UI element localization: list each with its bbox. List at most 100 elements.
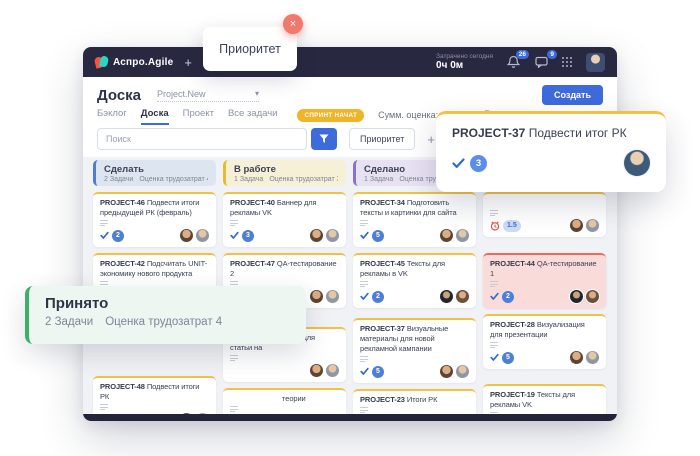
task-card-footer: 5 xyxy=(360,365,469,378)
priority-filter-chip[interactable]: Приоритет xyxy=(349,128,415,150)
search-input[interactable] xyxy=(97,128,307,150)
task-card-footer: 3 xyxy=(230,229,339,242)
task-card-popup[interactable]: PROJECT-37 Подвести итог РК 3 xyxy=(436,111,666,192)
description-icon xyxy=(490,281,498,287)
task-card-title: PROJECT-34 Подготовить тексты и картинки… xyxy=(360,198,469,218)
avatar[interactable] xyxy=(456,290,469,303)
avatar[interactable] xyxy=(586,290,599,303)
avatar[interactable] xyxy=(326,290,339,303)
brand-name: Аспро.Agile xyxy=(113,57,173,68)
column-header: Сделать2 ЗадачиОценка трудозатрат 4 xyxy=(93,160,216,186)
avatar[interactable] xyxy=(326,229,339,242)
avatar[interactable] xyxy=(310,229,323,242)
task-card-title: PROJECT-47 QA-тестирование 2 xyxy=(230,259,339,279)
checkmark-icon xyxy=(490,353,499,362)
messages-button[interactable]: 9 xyxy=(534,55,549,70)
popup-task-title: PROJECT-37 Подвести итог РК xyxy=(452,126,650,140)
task-card[interactable]: 1.5 xyxy=(483,192,606,237)
checkmark-icon xyxy=(452,158,465,169)
tab-проект[interactable]: Проект xyxy=(183,108,214,125)
avatar[interactable] xyxy=(310,290,323,303)
close-icon[interactable]: × xyxy=(283,14,303,34)
assignee-avatars xyxy=(180,229,209,242)
notifications-button[interactable]: 26 xyxy=(506,55,521,70)
chat-icon xyxy=(535,56,548,68)
points-badge: 2 xyxy=(372,291,384,303)
task-card-title: PROJECT-19 Тексты для рекламы VK xyxy=(490,390,599,410)
accepted-estimate: Оценка трудозатрат 4 xyxy=(105,316,222,328)
task-card-project-23[interactable]: PROJECT-23 Итоги РК5 xyxy=(353,389,476,414)
points-badge: 5 xyxy=(372,366,384,378)
avatar[interactable] xyxy=(440,365,453,378)
avatar[interactable] xyxy=(310,364,323,377)
add-filter-button[interactable]: + xyxy=(427,133,435,146)
accepted-title: Принято xyxy=(45,295,290,312)
avatar[interactable] xyxy=(570,219,583,232)
tab-бэклог[interactable]: Бэклог xyxy=(97,108,127,125)
task-card-title: PROJECT-23 Итоги РК xyxy=(360,395,469,405)
task-card-project-34[interactable]: PROJECT-34 Подготовить тексты и картинки… xyxy=(353,192,476,247)
tab-доска[interactable]: Доска xyxy=(141,108,169,125)
task-id: PROJECT-44 xyxy=(490,259,537,268)
page-title: Доска xyxy=(97,87,141,104)
user-avatar[interactable] xyxy=(586,53,605,72)
avatar[interactable] xyxy=(440,290,453,303)
task-card-title: PROJECT-44 QA-тестирование 1 xyxy=(490,259,599,279)
app-logo[interactable]: Аспро.Agile xyxy=(95,56,173,69)
task-card-project-46[interactable]: PROJECT-46 Подвести итоги предыдущей РК … xyxy=(93,192,216,247)
avatar[interactable] xyxy=(570,351,583,364)
task-card-project-19[interactable]: PROJECT-19 Тексты для рекламы VK5 xyxy=(483,384,606,414)
task-card-project-37[interactable]: PROJECT-37 Визуальные материалы для ново… xyxy=(353,318,476,383)
points-badge: 5 xyxy=(502,352,514,364)
project-name: Project.New xyxy=(157,89,206,99)
task-card-project-40[interactable]: PROJECT-40 Баннер для рекламы VK 3 xyxy=(223,192,346,247)
avatar[interactable] xyxy=(586,219,599,232)
task-card-project-28[interactable]: PROJECT-28 Визуализация для презентации5 xyxy=(483,314,606,369)
priority-tooltip-label: Приоритет xyxy=(219,42,281,56)
task-card[interactable]: теории3 xyxy=(223,388,346,414)
avatar[interactable] xyxy=(456,365,469,378)
column-header: В работе1 ЗадачаОценка трудозатрат 3 xyxy=(223,160,346,186)
description-icon xyxy=(360,407,368,413)
column-task-count: 1 Задача xyxy=(234,176,263,183)
accepted-column-overlay: Принято 2 Задачи Оценка трудозатрат 4 xyxy=(25,286,306,344)
checkmark-icon xyxy=(100,231,109,240)
avatar[interactable] xyxy=(196,229,209,242)
assignee-avatars xyxy=(440,365,469,378)
assignee-avatars xyxy=(570,290,599,303)
avatar[interactable] xyxy=(180,229,193,242)
description-icon xyxy=(230,355,238,361)
popup-assignee-avatar[interactable] xyxy=(624,150,650,176)
task-card-project-48[interactable]: PROJECT-48 Подвести итоги РК2 xyxy=(93,376,216,414)
filter-button[interactable] xyxy=(311,128,337,150)
task-id: PROJECT-47 xyxy=(230,259,277,268)
time-tracker-label: Затрачено сегодня xyxy=(436,53,493,60)
description-icon xyxy=(490,342,498,348)
apps-grid-icon[interactable] xyxy=(562,57,573,68)
points-badge: 3 xyxy=(242,230,254,242)
avatar[interactable] xyxy=(440,229,453,242)
project-selector[interactable]: Project.New ▾ xyxy=(157,89,259,102)
popup-task-text: Подвести итог РК xyxy=(529,126,627,140)
task-card-title: PROJECT-46 Подвести итоги предыдущей РК … xyxy=(100,198,209,218)
avatar[interactable] xyxy=(570,290,583,303)
points-badge: 5 xyxy=(372,230,384,242)
time-tracker[interactable]: Затрачено сегодня 0ч 0м xyxy=(436,53,493,72)
task-card-title: PROJECT-48 Подвести итоги РК xyxy=(100,382,209,402)
avatar[interactable] xyxy=(456,229,469,242)
task-card-project-44[interactable]: PROJECT-44 QA-тестирование 12 xyxy=(483,253,606,308)
task-card-title: PROJECT-40 Баннер для рекламы VK xyxy=(230,198,339,218)
checkmark-icon xyxy=(360,231,369,240)
avatar[interactable] xyxy=(586,351,599,364)
assignee-avatars xyxy=(440,290,469,303)
create-button[interactable]: Создать xyxy=(542,85,603,105)
task-card-footer: 5 xyxy=(490,351,599,364)
tab-все-задачи[interactable]: Все задачи xyxy=(228,108,278,125)
add-task-icon[interactable]: + xyxy=(184,56,192,69)
task-card-project-45[interactable]: PROJECT-45 Тексты для рекламы в VK2 xyxy=(353,253,476,308)
checkmark-icon xyxy=(490,292,499,301)
avatar[interactable] xyxy=(326,364,339,377)
task-id: PROJECT-19 xyxy=(490,390,537,399)
assignee-avatars xyxy=(440,229,469,242)
task-id: PROJECT-45 xyxy=(360,259,407,268)
